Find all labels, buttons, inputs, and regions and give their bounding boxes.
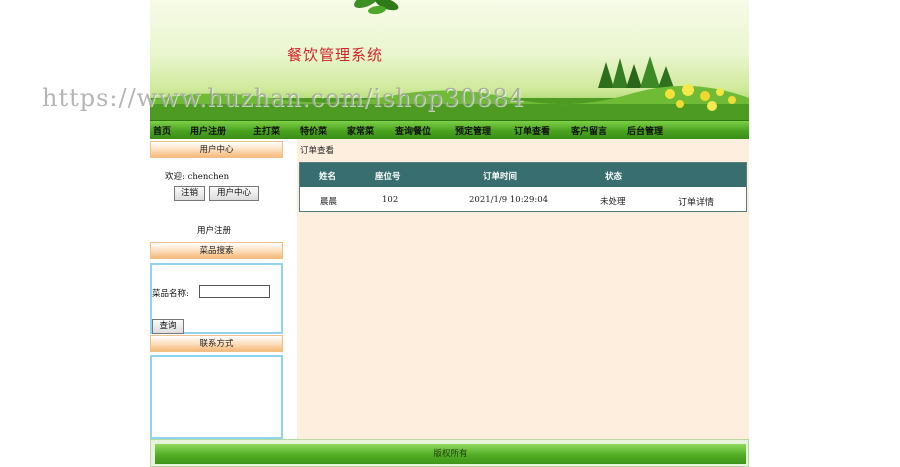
dish-name-input[interactable]	[199, 285, 270, 298]
nav-item-messages[interactable]: 客户留言	[571, 124, 607, 137]
footer: 版权所有	[150, 439, 749, 467]
dish-search-heading: 菜品搜索	[150, 242, 283, 259]
register-link[interactable]: 用户注册	[197, 224, 231, 236]
user-center-heading: 用户中心	[150, 141, 283, 158]
main-nav: 首页 用户注册 主打菜 特价菜 家常菜 查询餐位 预定管理 订单查看 客户留言 …	[150, 120, 749, 139]
order-detail-link[interactable]: 订单详情	[678, 195, 714, 208]
nav-item-home[interactable]: 首页	[153, 124, 171, 137]
leaf-logo-icon	[354, 0, 399, 15]
column-header-name: 姓名	[319, 172, 337, 182]
column-header-seat: 座位号	[375, 172, 401, 182]
column-header-time: 订单时间	[483, 172, 518, 182]
trees-illustration	[598, 56, 674, 88]
nav-item-register[interactable]: 用户注册	[190, 124, 226, 137]
column-header-status: 状态	[605, 172, 623, 182]
page: 餐饮管理系统 首页 用户注册 主打菜 特价菜 家常菜 查询餐位 预定管理 订单查…	[150, 0, 749, 467]
nav-item-special-dishes[interactable]: 特价菜	[300, 124, 327, 137]
table-header: 姓名 座位号 订单时间 状态	[300, 163, 746, 187]
nav-item-orders[interactable]: 订单查看	[514, 124, 550, 137]
cell-time: 2021/1/9 10:29:04	[469, 195, 549, 205]
nav-item-home-dishes[interactable]: 家常菜	[347, 124, 374, 137]
flowers-illustration	[665, 84, 736, 111]
logout-button[interactable]: 注销	[174, 186, 205, 201]
header-banner: 餐饮管理系统	[150, 0, 749, 120]
nav-item-signature-dishes[interactable]: 主打菜	[253, 124, 280, 137]
nav-item-admin[interactable]: 后台管理	[627, 124, 663, 137]
dish-search-panel: 菜品名称: 查询	[150, 263, 283, 334]
orders-table: 姓名 座位号 订单时间 状态 晨晨 102 2021/1/9 10:29:04 …	[299, 162, 747, 212]
main-content: 订单查看 姓名 座位号 订单时间 状态 晨晨 102 2021/1/9 10:2…	[297, 139, 749, 439]
user-center-button[interactable]: 用户中心	[209, 186, 259, 201]
cell-seat: 102	[382, 195, 399, 205]
table-row: 晨晨 102 2021/1/9 10:29:04 未处理 订单详情	[300, 187, 746, 211]
dish-name-label: 菜品名称:	[152, 289, 189, 299]
user-center-panel: 欢迎: chenchen 注销 用户中心 用户注册	[150, 159, 283, 241]
system-title: 餐饮管理系统	[287, 46, 384, 64]
contact-panel	[150, 355, 283, 439]
copyright-text: 版权所有	[155, 444, 746, 464]
welcome-text: 欢迎: chenchen	[165, 172, 230, 182]
query-button[interactable]: 查询	[152, 319, 184, 334]
nav-item-reservation[interactable]: 预定管理	[455, 124, 491, 137]
contact-heading: 联系方式	[150, 335, 283, 352]
nav-item-seat-query[interactable]: 查询餐位	[395, 124, 431, 137]
breadcrumb: 订单查看	[300, 146, 335, 156]
cell-status: 未处理	[600, 197, 626, 207]
cell-name: 晨晨	[320, 197, 338, 207]
